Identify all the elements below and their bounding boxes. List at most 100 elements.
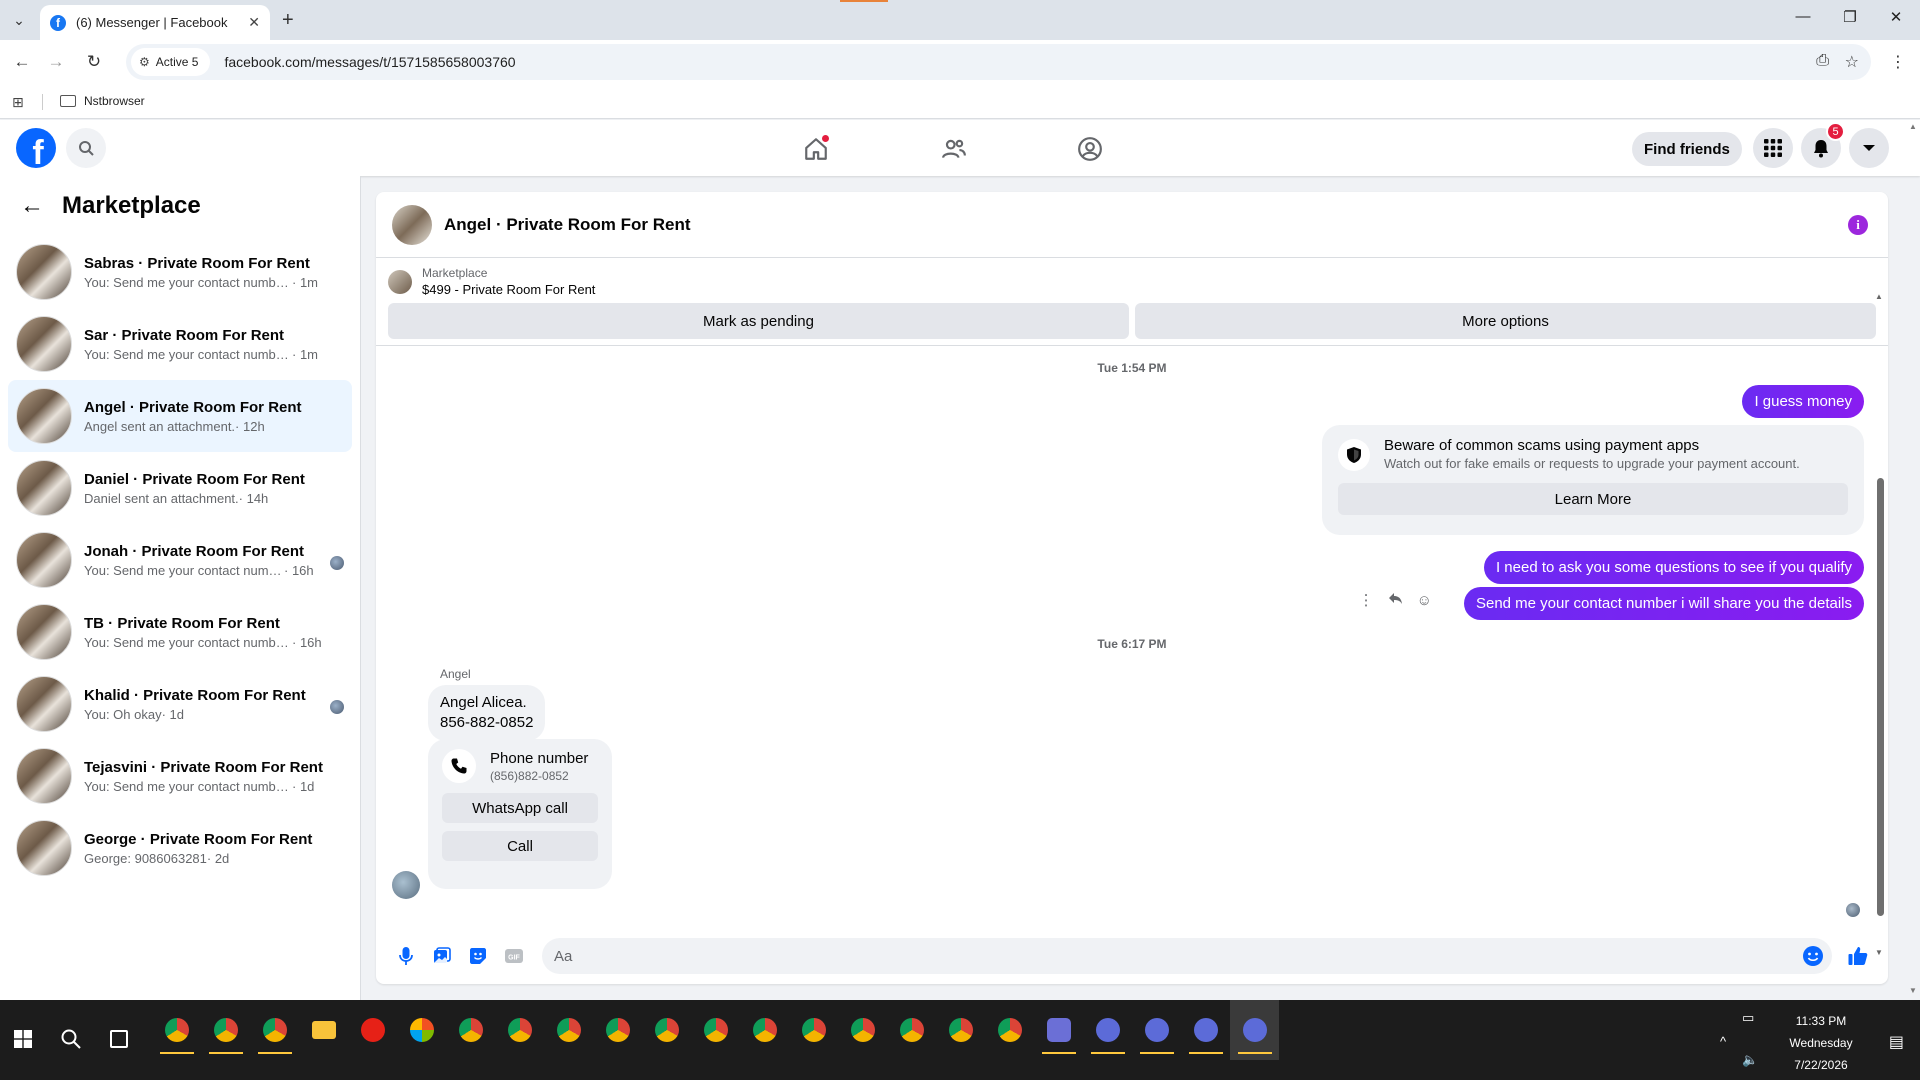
- listing-row[interactable]: Marketplace $499 - Private Room For Rent: [388, 266, 1876, 297]
- reply-icon[interactable]: [1388, 592, 1403, 609]
- apps-grid-icon[interactable]: ⊞: [12, 94, 24, 111]
- tab-close-icon[interactable]: ✕: [248, 14, 260, 31]
- photo-icon[interactable]: [424, 938, 460, 974]
- search-icon[interactable]: [66, 128, 106, 168]
- chat-avatar[interactable]: [392, 204, 432, 245]
- nstbrowser-icon[interactable]: [1034, 1000, 1083, 1060]
- install-app-icon[interactable]: ⎙: [1816, 52, 1829, 70]
- chat-scrollbar[interactable]: ▲ ▼: [1875, 292, 1884, 958]
- browser-profile-icon[interactable]: [1132, 1000, 1181, 1060]
- emoji-icon[interactable]: [1802, 945, 1824, 971]
- outgoing-message[interactable]: Send me your contact number i will share…: [1463, 587, 1864, 620]
- chat-title[interactable]: Angel · Private Room For Rent: [444, 215, 691, 235]
- conversation-item[interactable]: Khalid · Private Room For Rent You: Oh o…: [8, 668, 352, 740]
- chrome-icon[interactable]: [740, 1000, 789, 1060]
- windows-start-icon[interactable]: [14, 1030, 32, 1053]
- chrome-icon[interactable]: [446, 1000, 495, 1060]
- site-info-chip[interactable]: ⚙ Active 5: [131, 48, 211, 76]
- home-icon[interactable]: [796, 134, 836, 164]
- chrome-icon[interactable]: [593, 1000, 642, 1060]
- bookmark-star-icon[interactable]: ☆: [1845, 52, 1859, 72]
- friends-icon[interactable]: [934, 134, 974, 164]
- forward-icon[interactable]: →: [44, 52, 68, 72]
- outgoing-message[interactable]: I guess money: [1742, 385, 1864, 418]
- volume-icon[interactable]: 🔈: [1742, 1052, 1758, 1068]
- find-friends-button[interactable]: Find friends: [1632, 132, 1742, 166]
- gif-icon[interactable]: GIF: [496, 938, 532, 974]
- account-chevron-down-icon[interactable]: [1849, 128, 1889, 168]
- browser-menu-icon[interactable]: ⋮: [1890, 52, 1906, 72]
- page-scrollbar[interactable]: ▲ ▼: [1906, 120, 1920, 1000]
- page-scroll-up-icon[interactable]: ▲: [1909, 122, 1917, 131]
- conversation-item[interactable]: Jonah · Private Room For Rent You: Send …: [8, 524, 352, 596]
- call-button[interactable]: Call: [442, 831, 598, 861]
- chrome-icon[interactable]: [936, 1000, 985, 1060]
- tab-search-chevron-icon[interactable]: ⌄: [6, 7, 32, 33]
- message-input[interactable]: Aa: [542, 938, 1832, 974]
- address-bar[interactable]: ⚙ Active 5 facebook.com/messages/t/15715…: [126, 44, 1871, 80]
- browser-profile-icon[interactable]: [1083, 1000, 1132, 1060]
- chrome-profile-icon[interactable]: [152, 1000, 201, 1060]
- chrome-icon[interactable]: [789, 1000, 838, 1060]
- react-emoji-icon[interactable]: ☺: [1417, 592, 1432, 609]
- window-close-icon[interactable]: ✕: [1884, 8, 1908, 26]
- menu-grid-icon[interactable]: [1753, 128, 1793, 168]
- restore-icon[interactable]: ❐: [1838, 8, 1862, 26]
- facebook-logo-icon[interactable]: f: [16, 128, 56, 168]
- taskbar-clock[interactable]: 11:33 PM Wednesday 7/22/2026: [1786, 1010, 1856, 1076]
- chrome-profile-icon[interactable]: [250, 1000, 299, 1060]
- conversation-item[interactable]: Sabras · Private Room For Rent You: Send…: [8, 236, 352, 308]
- browser-profile-icon[interactable]: [1181, 1000, 1230, 1060]
- xbox-app-icon[interactable]: [397, 1000, 446, 1060]
- notifications-bell-icon[interactable]: 5: [1801, 122, 1845, 168]
- conversation-item[interactable]: George · Private Room For Rent George: 9…: [8, 812, 352, 884]
- notification-center-icon[interactable]: ▤: [1889, 1032, 1904, 1052]
- thumbs-up-icon[interactable]: [1840, 938, 1876, 974]
- taskbar-search-icon[interactable]: [60, 1028, 82, 1056]
- sticker-icon[interactable]: [460, 938, 496, 974]
- chrome-icon[interactable]: [642, 1000, 691, 1060]
- conversation-item[interactable]: Tejasvini · Private Room For Rent You: S…: [8, 740, 352, 812]
- conversation-item[interactable]: Daniel · Private Room For Rent Daniel se…: [8, 452, 352, 524]
- conversation-item[interactable]: TB · Private Room For Rent You: Send me …: [8, 596, 352, 668]
- mark-as-pending-button[interactable]: Mark as pending: [388, 303, 1129, 339]
- conversation-item-active[interactable]: Angel · Private Room For Rent Angel sent…: [8, 380, 352, 452]
- whatsapp-call-button[interactable]: WhatsApp call: [442, 793, 598, 823]
- file-explorer-icon[interactable]: [299, 1000, 348, 1060]
- chrome-profile-icon[interactable]: [201, 1000, 250, 1060]
- conversation-item[interactable]: Sar · Private Room For Rent You: Send me…: [8, 308, 352, 380]
- minimize-icon[interactable]: —: [1791, 8, 1815, 25]
- chrome-icon[interactable]: [495, 1000, 544, 1060]
- bookmark-folder-nstbrowser[interactable]: Nstbrowser: [60, 94, 145, 108]
- chrome-icon[interactable]: [838, 1000, 887, 1060]
- chrome-icon[interactable]: [544, 1000, 593, 1060]
- listing-thumbnail: [16, 604, 72, 660]
- incoming-message[interactable]: Angel Alicea. 856-882-0852: [428, 685, 546, 741]
- outgoing-message[interactable]: I need to ask you some questions to see …: [1483, 551, 1864, 584]
- info-icon[interactable]: i: [1848, 215, 1868, 235]
- learn-more-button[interactable]: Learn More: [1338, 483, 1848, 515]
- listing-thumbnail: [16, 532, 72, 588]
- browser-profile-icon-active[interactable]: [1230, 1000, 1279, 1060]
- page-scroll-down-icon[interactable]: ▼: [1909, 986, 1917, 995]
- more-actions-icon[interactable]: ⋮: [1359, 591, 1374, 609]
- back-icon[interactable]: ←: [10, 52, 34, 72]
- new-tab-plus-icon[interactable]: +: [282, 9, 294, 32]
- browser-tab-messenger[interactable]: f (6) Messenger | Facebook ✕: [40, 5, 270, 40]
- youtube-app-icon[interactable]: [348, 1000, 397, 1060]
- scroll-thumb[interactable]: [1877, 478, 1884, 916]
- network-icon[interactable]: ▭: [1742, 1010, 1754, 1026]
- url-text[interactable]: facebook.com/messages/t/1571585658003760: [224, 54, 515, 70]
- more-options-button[interactable]: More options: [1135, 303, 1876, 339]
- tray-chevron-up-icon[interactable]: ^: [1720, 1034, 1726, 1049]
- microphone-icon[interactable]: [388, 938, 424, 974]
- chrome-icon[interactable]: [985, 1000, 1034, 1060]
- scroll-up-icon[interactable]: ▲: [1875, 292, 1883, 301]
- listing-thumbnail: [16, 388, 72, 444]
- reload-icon[interactable]: ↻: [82, 52, 106, 72]
- chrome-icon[interactable]: [691, 1000, 740, 1060]
- task-view-icon[interactable]: [110, 1030, 128, 1048]
- groups-profile-icon[interactable]: [1070, 134, 1110, 164]
- back-arrow-icon[interactable]: ←: [20, 192, 44, 220]
- chrome-icon[interactable]: [887, 1000, 936, 1060]
